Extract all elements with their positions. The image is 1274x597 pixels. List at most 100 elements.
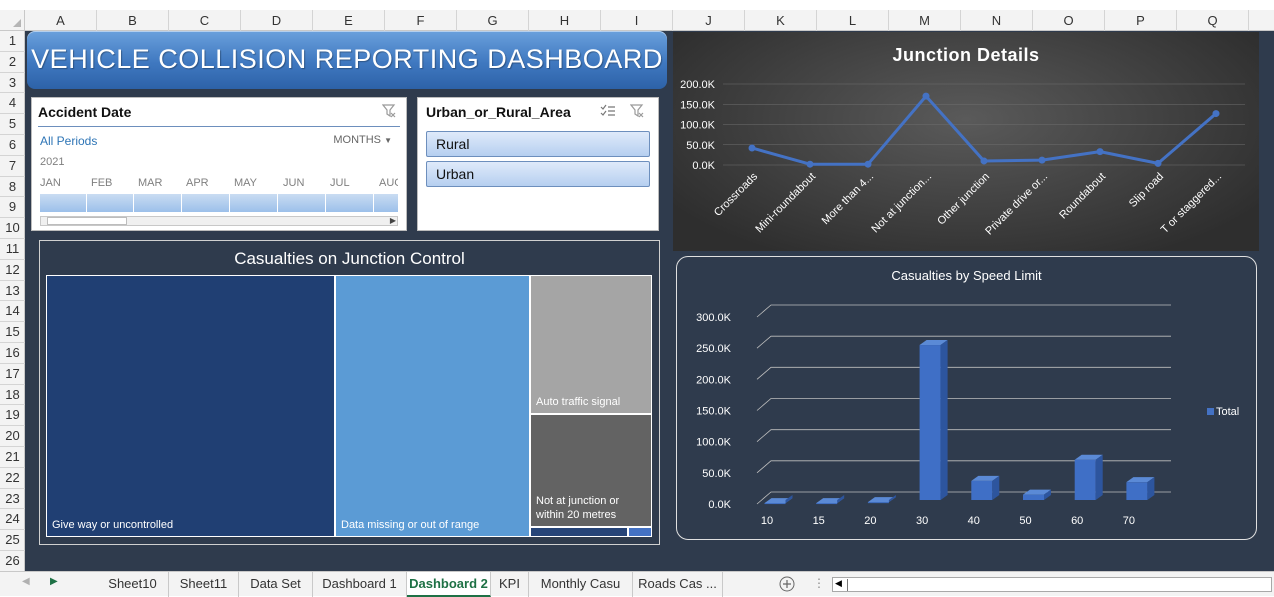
- treemap-tile[interactable]: [628, 527, 652, 537]
- timeline-scroll-thumb[interactable]: [47, 217, 127, 225]
- bar[interactable]: [1126, 482, 1148, 500]
- row-header[interactable]: 10: [0, 218, 25, 239]
- column-header[interactable]: I: [601, 10, 673, 31]
- accident-date-timeline[interactable]: Accident Date All Periods MONTHS ▼ 2021 …: [31, 97, 407, 231]
- tab-scroll-right-icon[interactable]: ▶: [50, 576, 58, 587]
- column-header[interactable]: C: [169, 10, 241, 31]
- column-header[interactable]: P: [1105, 10, 1177, 31]
- sheet-tab[interactable]: KPI: [491, 572, 529, 597]
- tab-scroll-left-icon[interactable]: ◀: [22, 576, 30, 587]
- bar-side: [1095, 454, 1103, 500]
- add-sheet-icon[interactable]: [779, 576, 795, 592]
- row-header[interactable]: 22: [0, 468, 25, 489]
- timeline-divider: [38, 126, 400, 127]
- row-header[interactable]: 9: [0, 197, 25, 219]
- sheet-tab[interactable]: Sheet10: [97, 572, 169, 597]
- column-header[interactable]: D: [241, 10, 313, 31]
- data-point[interactable]: [864, 160, 872, 168]
- select-all-corner[interactable]: [0, 10, 25, 31]
- gridline: [756, 366, 1171, 380]
- row-header[interactable]: 25: [0, 530, 25, 551]
- row-header[interactable]: 7: [0, 156, 25, 177]
- multi-select-icon[interactable]: [600, 104, 616, 118]
- column-header[interactable]: H: [529, 10, 601, 31]
- row-header[interactable]: 6: [0, 135, 25, 156]
- row-header[interactable]: 21: [0, 447, 25, 468]
- row-header[interactable]: 1: [0, 31, 25, 52]
- slicer-item-urban[interactable]: Urban: [426, 161, 650, 187]
- row-header[interactable]: 23: [0, 489, 25, 510]
- row-header[interactable]: 14: [0, 301, 25, 323]
- x-tick-label: 20: [864, 515, 876, 527]
- treemap-tile[interactable]: Not at junction or within 20 metres: [530, 414, 652, 527]
- x-tick-label: 30: [916, 515, 928, 527]
- column-header[interactable]: G: [457, 10, 529, 31]
- horizontal-scrollbar[interactable]: ◀: [832, 577, 1272, 592]
- sheet-tab[interactable]: Dashboard 1: [313, 572, 407, 597]
- bar[interactable]: [919, 345, 941, 500]
- row-header[interactable]: 16: [0, 343, 25, 364]
- treemap-tile[interactable]: Give way or uncontrolled: [46, 275, 335, 537]
- slicer-item-rural[interactable]: Rural: [426, 131, 650, 157]
- scroll-left-icon[interactable]: ◀: [835, 578, 842, 589]
- sheet-tab[interactable]: Data Set: [239, 572, 313, 597]
- sheet-tab[interactable]: Dashboard 2: [407, 572, 491, 597]
- sheet-tab[interactable]: Sheet11: [169, 572, 239, 597]
- row-header[interactable]: 5: [0, 114, 25, 135]
- row-header[interactable]: 2: [0, 52, 25, 73]
- timeline-scrollbar[interactable]: ▶: [40, 216, 398, 226]
- y-tick-label: 50.0K: [702, 468, 731, 480]
- column-header[interactable]: N: [961, 10, 1033, 31]
- row-header[interactable]: 24: [0, 509, 25, 531]
- bar[interactable]: [764, 503, 786, 505]
- data-point[interactable]: [748, 144, 756, 152]
- column-header[interactable]: F: [385, 10, 457, 31]
- row-header[interactable]: 19: [0, 405, 25, 427]
- row-header[interactable]: 26: [0, 551, 25, 572]
- bar[interactable]: [1074, 459, 1096, 500]
- clear-filter-icon[interactable]: [630, 104, 644, 118]
- row-header[interactable]: 15: [0, 322, 25, 343]
- column-header[interactable]: Q: [1177, 10, 1249, 31]
- timeline-period-bar[interactable]: [40, 194, 398, 212]
- treemap-tile[interactable]: [530, 527, 628, 537]
- bar[interactable]: [816, 503, 838, 505]
- row-header[interactable]: 17: [0, 364, 25, 385]
- data-point[interactable]: [806, 160, 814, 168]
- column-header[interactable]: M: [889, 10, 961, 31]
- column-header[interactable]: O: [1033, 10, 1105, 31]
- bar[interactable]: [971, 480, 993, 500]
- row-header[interactable]: 11: [0, 239, 25, 260]
- sheet-tab[interactable]: Roads Cas ...: [633, 572, 723, 597]
- treemap-tile[interactable]: Data missing or out of range: [335, 275, 530, 537]
- row-header[interactable]: 12: [0, 260, 25, 281]
- column-header[interactable]: E: [313, 10, 385, 31]
- data-point[interactable]: [1096, 148, 1104, 156]
- row-header[interactable]: 20: [0, 426, 25, 447]
- clear-filter-icon[interactable]: [382, 104, 396, 118]
- data-point[interactable]: [1154, 159, 1162, 167]
- more-options-icon[interactable]: ⋮: [813, 576, 825, 590]
- data-point[interactable]: [1038, 156, 1046, 164]
- row-header[interactable]: 13: [0, 281, 25, 302]
- time-level-dropdown[interactable]: MONTHS ▼: [333, 134, 392, 146]
- row-header[interactable]: 4: [0, 93, 25, 115]
- column-header[interactable]: A: [25, 10, 97, 31]
- data-point[interactable]: [1212, 110, 1220, 118]
- bar[interactable]: [1023, 494, 1044, 500]
- column-header[interactable]: L: [817, 10, 889, 31]
- sheet-tab[interactable]: Monthly Casu: [529, 572, 633, 597]
- tile-label: Data missing or out of range: [341, 519, 480, 531]
- treemap-tile[interactable]: Auto traffic signal: [530, 275, 652, 414]
- column-header[interactable]: J: [673, 10, 745, 31]
- row-header[interactable]: 3: [0, 73, 25, 94]
- row-header[interactable]: 18: [0, 385, 25, 406]
- row-header[interactable]: 8: [0, 177, 25, 198]
- column-header[interactable]: B: [97, 10, 169, 31]
- scroll-right-icon[interactable]: ▶: [390, 216, 396, 225]
- column-header[interactable]: K: [745, 10, 817, 31]
- y-tick-label: 250.0K: [696, 343, 732, 355]
- bar[interactable]: [867, 502, 889, 504]
- data-point[interactable]: [922, 92, 930, 100]
- data-point[interactable]: [980, 157, 988, 165]
